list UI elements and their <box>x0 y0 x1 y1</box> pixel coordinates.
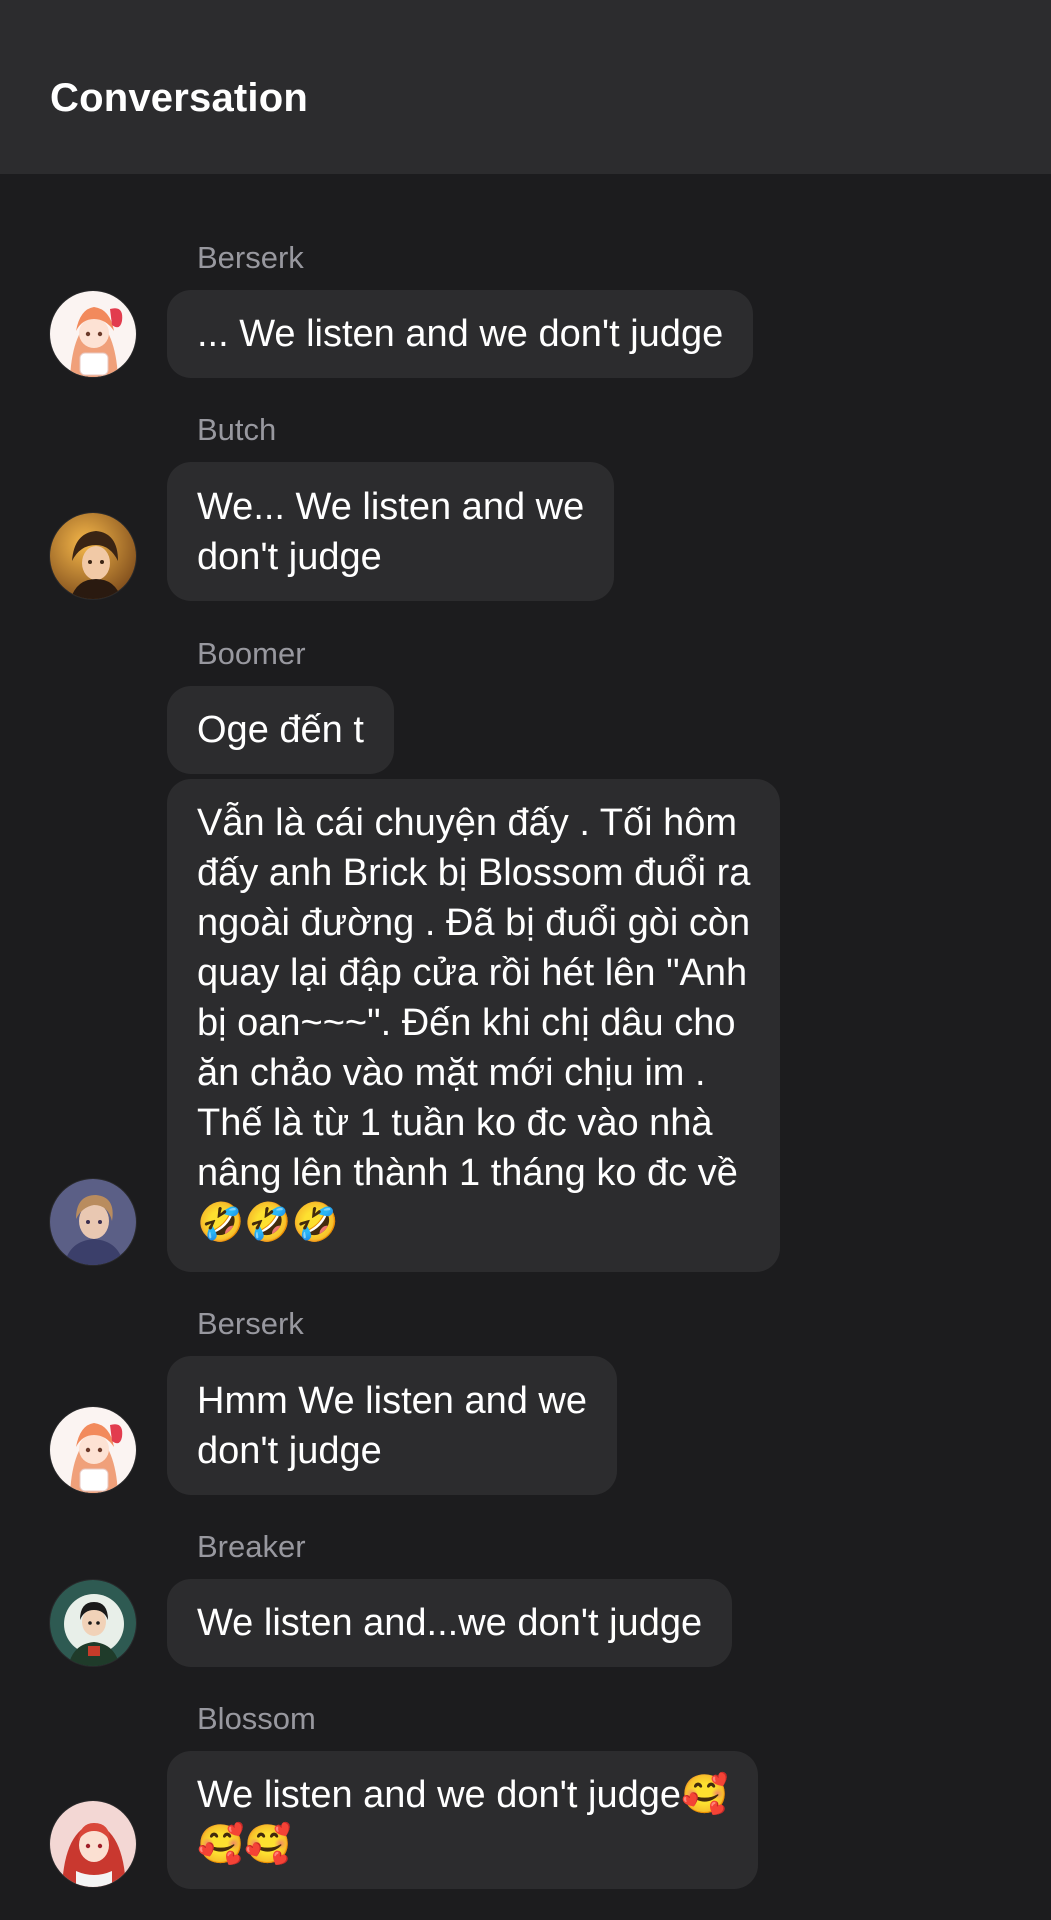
message-thread[interactable]: Berserk ... We listen and we don't judge… <box>0 174 1051 1920</box>
message-text: Hmm We listen and we don't judge <box>197 1379 587 1472</box>
sender-name: Boomer <box>197 636 306 671</box>
avatar-image <box>50 1179 136 1265</box>
message-bubble[interactable]: We listen and...we don't judge <box>167 1579 733 1667</box>
avatar-image <box>50 1580 136 1666</box>
conversation-header: Conversation <box>0 0 1051 174</box>
message-bubble[interactable]: Oge đến t <box>167 686 394 774</box>
message-bubble[interactable]: We listen and we don't judge🥰 🥰🥰 <box>167 1751 759 1889</box>
sender-name: Berserk <box>197 1306 304 1341</box>
berserk-avatar[interactable] <box>49 290 137 378</box>
avatar-image <box>50 1801 136 1887</box>
message-bubble[interactable]: ... We listen and we don't judge <box>167 290 754 378</box>
message-bubble[interactable]: We... We listen and we don't judge <box>167 462 615 601</box>
message-text: ... We listen and we don't judge <box>197 313 724 355</box>
page-title: Conversation <box>50 76 309 120</box>
breaker-avatar[interactable] <box>49 1579 137 1667</box>
message-bubble[interactable]: Hmm We listen and we don't judge <box>167 1356 617 1495</box>
message-bubble[interactable]: Vẫn là cái chuyện đấy . Tối hôm đấy anh … <box>167 779 781 1272</box>
sender-name: Blossom <box>197 1701 316 1736</box>
message-text: We listen and we don't judge🥰 🥰🥰 <box>197 1774 729 1866</box>
sender-name: Berserk <box>197 240 304 275</box>
avatar-image <box>50 291 136 377</box>
message-text: We... We listen and we don't judge <box>197 485 585 578</box>
berserk-avatar[interactable] <box>49 1406 137 1494</box>
butch-avatar[interactable] <box>49 512 137 600</box>
avatar-image <box>50 1407 136 1493</box>
sender-name: Breaker <box>197 1529 306 1564</box>
avatar-image <box>50 513 136 599</box>
boomer-avatar[interactable] <box>49 1178 137 1266</box>
blossom-avatar[interactable] <box>49 1800 137 1888</box>
message-text: Oge đến t <box>197 709 364 751</box>
sender-name: Butch <box>197 412 277 447</box>
message-text: Vẫn là cái chuyện đấy . Tối hôm đấy anh … <box>197 802 751 1244</box>
message-text: We listen and...we don't judge <box>197 1602 703 1644</box>
